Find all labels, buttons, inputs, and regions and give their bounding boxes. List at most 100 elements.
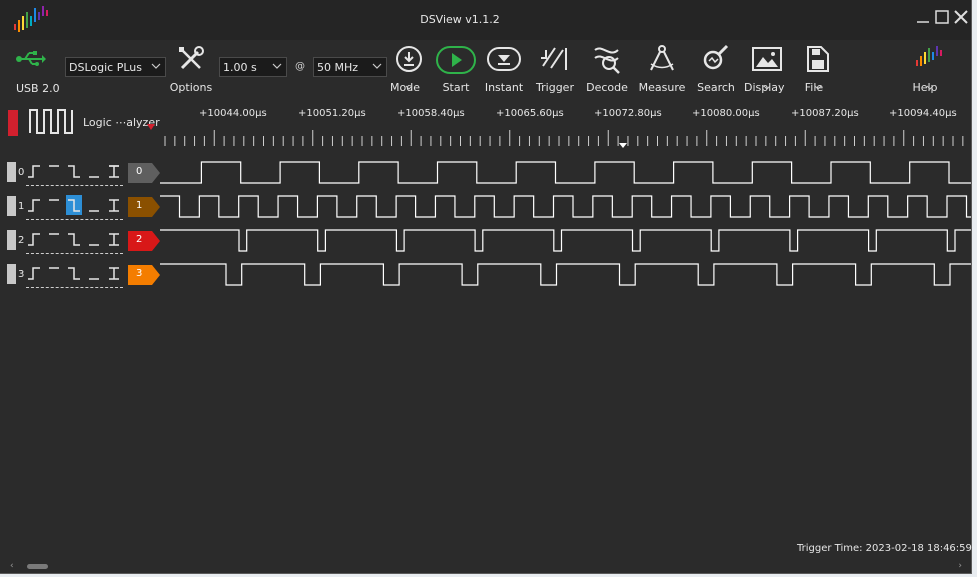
- channel-tag[interactable]: [128, 265, 160, 285]
- start-button[interactable]: Start: [436, 40, 476, 98]
- scroll-right-icon[interactable]: ›: [958, 561, 962, 571]
- maximize-icon[interactable]: [933, 8, 951, 26]
- channel-tag[interactable]: [128, 231, 160, 251]
- dsview-window: DSView v1.1.2 USB 2.0 DSLogic PLus Optio…: [0, 0, 972, 574]
- measure-button[interactable]: Measure: [639, 40, 685, 98]
- high-level-icon: [49, 165, 59, 167]
- channel-waveform: [160, 263, 971, 286]
- main-toolbar: USB 2.0 DSLogic PLus Options 1.00 s @ 50…: [0, 40, 971, 100]
- trigger-any-edge-button[interactable]: [106, 161, 122, 181]
- channel-row: 1 1: [0, 193, 971, 221]
- close-icon[interactable]: [952, 8, 970, 26]
- help-label: Help: [912, 81, 938, 94]
- trigger-button[interactable]: Trigger: [536, 40, 574, 98]
- instant-label: Instant: [484, 81, 524, 94]
- trigger-low-button[interactable]: [86, 263, 102, 283]
- low-level-icon: [89, 176, 99, 178]
- channel-waveform: [160, 229, 971, 252]
- measure-label: Measure: [638, 81, 686, 94]
- high-level-icon: [49, 267, 59, 269]
- horizontal-scrollbar[interactable]: ‹ ›: [2, 561, 970, 572]
- rising-edge-icon: [28, 233, 40, 246]
- trigger-high-button[interactable]: [46, 229, 62, 249]
- start-label: Start: [442, 81, 470, 94]
- decode-button[interactable]: Decode: [586, 40, 628, 98]
- trigger-rising-button[interactable]: [26, 195, 42, 215]
- trigger-falling-button[interactable]: [66, 195, 82, 215]
- trigger-low-button[interactable]: [86, 195, 102, 215]
- options-button[interactable]: Options: [170, 40, 212, 98]
- compass-icon: [650, 45, 674, 71]
- channel-handle[interactable]: [7, 196, 16, 216]
- channel-tag-label: 3: [136, 268, 143, 279]
- trigger-any-edge-button[interactable]: [106, 263, 122, 283]
- trigger-divider: [26, 253, 123, 254]
- instant-capture-icon: [487, 47, 521, 71]
- sample-time-value: 1.00 s: [223, 61, 257, 74]
- file-save-icon: [807, 46, 829, 72]
- device-select-value: DSLogic PLus: [69, 61, 142, 74]
- timeline-ruler: Logic ⋯alyzer +10044.00µs +10051.20µs +1…: [0, 100, 971, 155]
- waveform-trace: [160, 161, 971, 184]
- any-edge-icon: [109, 165, 119, 178]
- scroll-left-icon[interactable]: ‹: [10, 561, 14, 571]
- channel-number: 0: [18, 167, 25, 178]
- trigger-falling-button[interactable]: [66, 229, 82, 249]
- waveform-trace: [160, 263, 971, 286]
- trigger-time-status: Trigger Time: 2023-02-18 18:46:59: [797, 543, 972, 554]
- channel-handle[interactable]: [7, 162, 16, 182]
- channel-number: 1: [18, 201, 25, 212]
- instant-button[interactable]: Instant: [485, 40, 523, 98]
- window-title: DSView v1.1.2: [420, 13, 500, 26]
- trigger-high-button[interactable]: [46, 195, 62, 215]
- high-level-icon: [49, 233, 59, 235]
- falling-edge-icon: [68, 199, 80, 212]
- channel-row: 3 3: [0, 261, 971, 289]
- search-label: Search: [697, 81, 735, 94]
- trigger-divider: [26, 219, 123, 220]
- file-button[interactable]: File: [803, 40, 833, 98]
- channel-handle[interactable]: [7, 264, 16, 284]
- trigger-any-edge-button[interactable]: [106, 229, 122, 249]
- trigger-rising-button[interactable]: [26, 229, 42, 249]
- display-button[interactable]: Display: [744, 40, 786, 98]
- chevron-down-icon: [405, 85, 413, 90]
- device-select[interactable]: DSLogic PLus: [65, 57, 166, 77]
- usb-icon[interactable]: [16, 49, 46, 69]
- rising-edge-icon: [28, 267, 40, 280]
- options-label: Options: [169, 81, 213, 94]
- trigger-icon: [541, 47, 567, 70]
- trigger-rising-button[interactable]: [26, 263, 42, 283]
- any-edge-icon: [109, 233, 119, 246]
- trigger-falling-button[interactable]: [66, 263, 82, 283]
- trigger-high-button[interactable]: [46, 263, 62, 283]
- sample-rate-select[interactable]: 50 MHz: [313, 57, 387, 77]
- channel-row: 2 2: [0, 227, 971, 255]
- trigger-any-edge-button[interactable]: [106, 195, 122, 215]
- any-edge-icon: [109, 199, 119, 212]
- channel-row: 0 0: [0, 159, 971, 187]
- chevron-down-icon: [926, 85, 934, 90]
- trigger-falling-button[interactable]: [66, 161, 82, 181]
- channel-tag[interactable]: [128, 197, 160, 217]
- channel-number: 3: [18, 269, 25, 280]
- help-logo-icon: [916, 46, 942, 66]
- chevron-down-icon: [814, 85, 822, 90]
- trigger-low-button[interactable]: [86, 161, 102, 181]
- sample-time-select[interactable]: 1.00 s: [219, 57, 287, 77]
- search-button[interactable]: Search: [697, 40, 735, 98]
- trigger-rising-button[interactable]: [26, 161, 42, 181]
- channel-tag[interactable]: [128, 163, 160, 183]
- low-level-icon: [89, 244, 99, 246]
- channel-tag-label: 1: [136, 200, 143, 211]
- trigger-low-button[interactable]: [86, 229, 102, 249]
- minimize-icon[interactable]: [914, 8, 932, 26]
- scrollbar-thumb[interactable]: [27, 564, 48, 569]
- help-button[interactable]: Help: [912, 40, 947, 98]
- high-level-icon: [49, 199, 59, 201]
- download-circle-icon: [396, 46, 422, 72]
- channel-handle[interactable]: [7, 230, 16, 250]
- mode-button[interactable]: Mode: [390, 40, 426, 98]
- waveform-trace: [160, 195, 971, 218]
- trigger-high-button[interactable]: [46, 161, 62, 181]
